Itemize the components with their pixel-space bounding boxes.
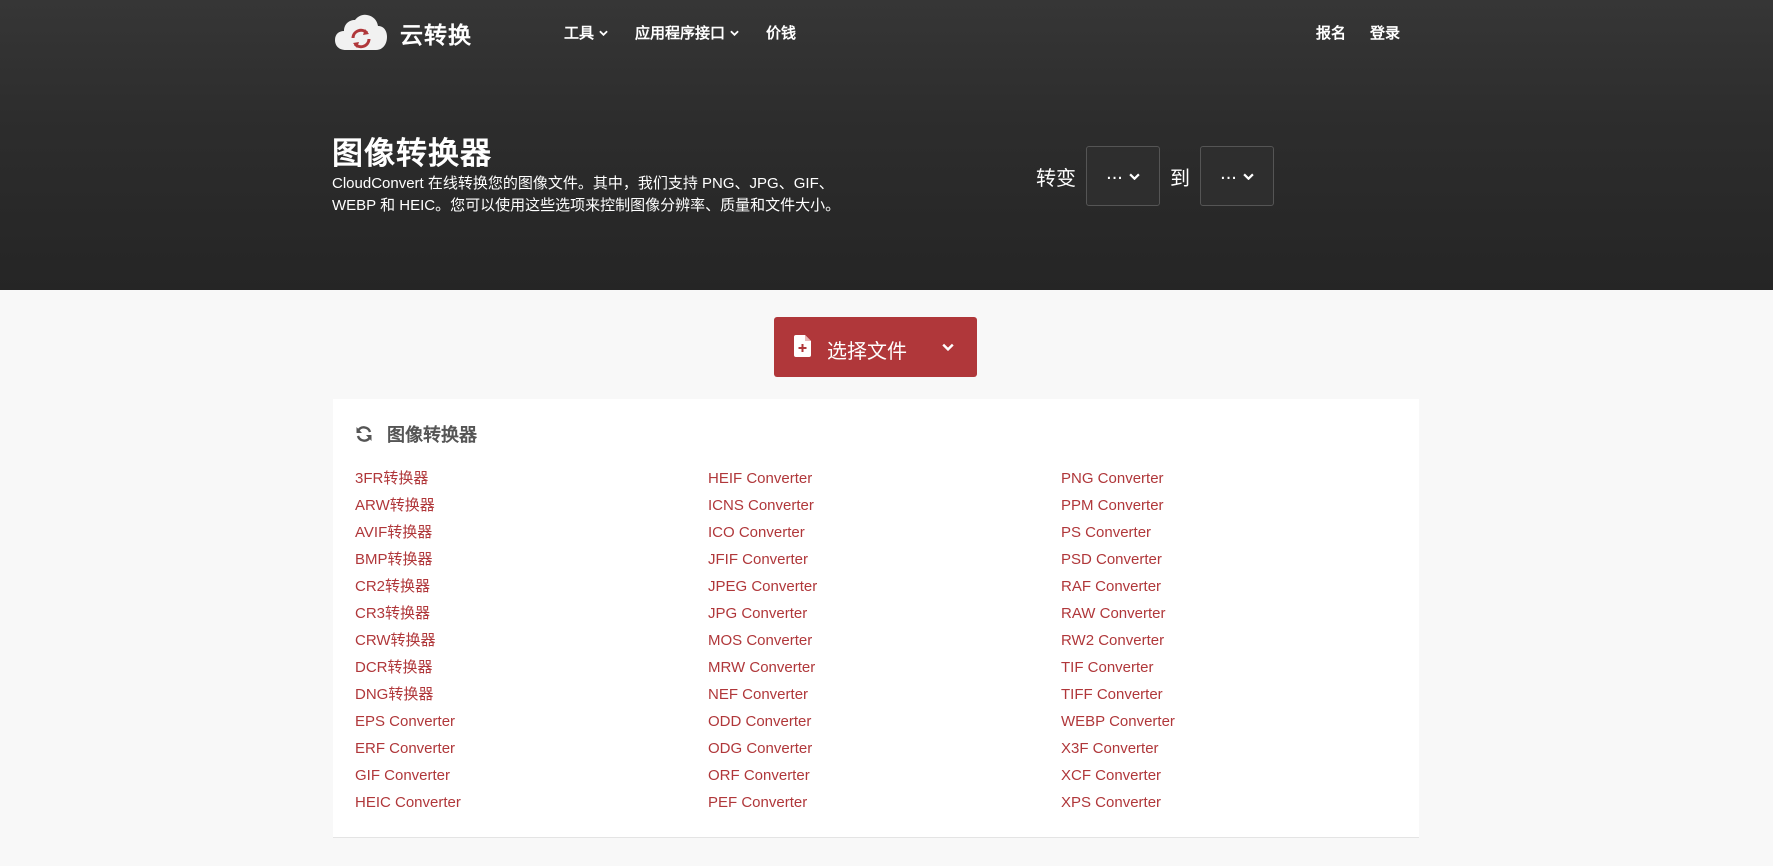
- converter-link[interactable]: PPM Converter: [1061, 492, 1175, 519]
- refresh-icon: [356, 426, 372, 442]
- converter-link[interactable]: MOS Converter: [708, 627, 817, 654]
- from-format-value: ...: [1106, 161, 1123, 184]
- to-label: 到: [1170, 167, 1190, 190]
- brand-name: 云转换: [400, 22, 472, 48]
- nav-menu: 工具 应用程序接口 价钱: [564, 22, 823, 43]
- chevron-down-icon: [1129, 173, 1140, 180]
- converter-column-2: HEIF Converter ICNS Converter ICO Converte…: [708, 465, 817, 816]
- converter-link[interactable]: X3F Converter: [1061, 735, 1175, 762]
- chevron-down-icon: [730, 30, 739, 36]
- converter-link[interactable]: TIF Converter: [1061, 654, 1175, 681]
- converter-link[interactable]: ARW转换器: [355, 492, 461, 519]
- converter-link[interactable]: ICO Converter: [708, 519, 817, 546]
- converter-link[interactable]: MRW Converter: [708, 654, 817, 681]
- login-link[interactable]: 登录: [1370, 22, 1400, 43]
- panel-header: 图像转换器: [355, 421, 477, 447]
- file-plus-icon: [794, 335, 811, 357]
- converter-link[interactable]: TIFF Converter: [1061, 681, 1175, 708]
- converter-link[interactable]: ERF Converter: [355, 735, 461, 762]
- converter-link[interactable]: PNG Converter: [1061, 465, 1175, 492]
- converter-link[interactable]: BMP转换器: [355, 546, 461, 573]
- page-title: 图像转换器: [332, 136, 492, 171]
- top-navbar: 云转换 工具 应用程序接口 价钱 报名 登录: [0, 0, 1773, 66]
- converter-link[interactable]: PSD Converter: [1061, 546, 1175, 573]
- nav-tools-label: 工具: [564, 25, 595, 42]
- to-format-value: ...: [1220, 161, 1237, 184]
- converter-link[interactable]: RW2 Converter: [1061, 627, 1175, 654]
- converter-link[interactable]: 3FR转换器: [355, 465, 461, 492]
- cloud-sync-icon: [335, 14, 387, 50]
- nav-tools[interactable]: 工具: [564, 22, 608, 43]
- select-file-label: 选择文件: [827, 341, 907, 363]
- hero-description: CloudConvert 在线转换您的图像文件。其中，我们支持 PNG、JPG、…: [332, 173, 852, 217]
- converter-link[interactable]: PEF Converter: [708, 789, 817, 816]
- converter-link[interactable]: NEF Converter: [708, 681, 817, 708]
- converter-link[interactable]: XCF Converter: [1061, 762, 1175, 789]
- convert-label: 转变: [1036, 167, 1076, 190]
- nav-pricing-label: 价钱: [766, 25, 797, 42]
- converter-link[interactable]: WEBP Converter: [1061, 708, 1175, 735]
- chevron-down-icon: [1243, 173, 1254, 180]
- converter-link[interactable]: AVIF转换器: [355, 519, 461, 546]
- converter-link[interactable]: CR3转换器: [355, 600, 461, 627]
- converter-link[interactable]: DCR转换器: [355, 654, 461, 681]
- converter-link[interactable]: HEIF Converter: [708, 465, 817, 492]
- converter-link[interactable]: ODG Converter: [708, 735, 817, 762]
- converter-link[interactable]: JPG Converter: [708, 600, 817, 627]
- converter-link[interactable]: RAW Converter: [1061, 600, 1175, 627]
- hero-description-line1: CloudConvert 在线转换您的图像文件。其中，我们支持 PNG、JPG、…: [332, 175, 834, 192]
- to-format-select[interactable]: ...: [1200, 146, 1274, 206]
- hero-description-line2: WEBP 和 HEIC。您可以使用这些选项来控制图像分辨率、质量和文件大小。: [332, 197, 841, 214]
- from-format-select[interactable]: ...: [1086, 146, 1160, 206]
- converter-link[interactable]: ORF Converter: [708, 762, 817, 789]
- converter-link[interactable]: CRW转换器: [355, 627, 461, 654]
- convert-format-picker: 转变 ... 到 ...: [1036, 146, 1284, 206]
- converter-link[interactable]: JFIF Converter: [708, 546, 817, 573]
- nav-api-label: 应用程序接口: [635, 25, 726, 42]
- converter-link[interactable]: DNG转换器: [355, 681, 461, 708]
- converter-link[interactable]: PS Converter: [1061, 519, 1175, 546]
- signup-link[interactable]: 报名: [1316, 22, 1346, 43]
- converter-link[interactable]: CR2转换器: [355, 573, 461, 600]
- converter-column-3: PNG Converter PPM Converter PS Converter PS…: [1061, 465, 1175, 816]
- nav-account: 报名 登录: [1316, 22, 1400, 43]
- converter-link[interactable]: JPEG Converter: [708, 573, 817, 600]
- select-file-button[interactable]: 选择文件: [774, 317, 977, 377]
- converter-link[interactable]: ODD Converter: [708, 708, 817, 735]
- converter-link[interactable]: HEIC Converter: [355, 789, 461, 816]
- converter-link[interactable]: ICNS Converter: [708, 492, 817, 519]
- nav-api[interactable]: 应用程序接口: [635, 22, 739, 43]
- panel-title: 图像转换器: [387, 425, 477, 445]
- converter-link[interactable]: RAF Converter: [1061, 573, 1175, 600]
- converter-column-1: 3FR转换器 ARW转换器 AVIF转换器 BMP转换器 CR2转换器 CR3转换器 CRW…: [355, 465, 461, 816]
- converter-link[interactable]: XPS Converter: [1061, 789, 1175, 816]
- converters-panel: 图像转换器 3FR转换器 ARW转换器 AVIF转换器 BMP转换器 CR2转换器 CR3…: [333, 399, 1419, 838]
- logo[interactable]: 云转换: [334, 14, 472, 52]
- chevron-down-icon: [942, 343, 954, 351]
- converter-link[interactable]: GIF Converter: [355, 762, 461, 789]
- chevron-down-icon: [599, 30, 608, 36]
- nav-pricing[interactable]: 价钱: [766, 22, 796, 43]
- converter-link[interactable]: EPS Converter: [355, 708, 461, 735]
